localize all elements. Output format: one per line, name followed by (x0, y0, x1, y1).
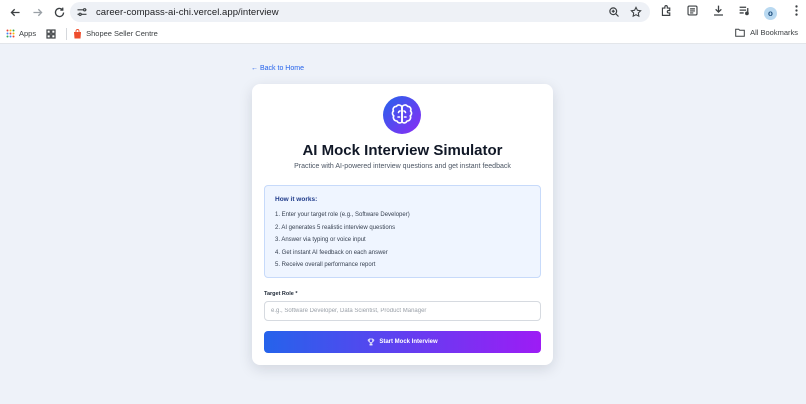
zoom-icon[interactable] (608, 5, 620, 23)
address-bar[interactable]: career-compass-ai-chi.vercel.app/intervi… (70, 2, 650, 22)
list-item: 2. AI generates 5 realistic interview qu… (275, 224, 396, 231)
url-text[interactable]: career-compass-ai-chi.vercel.app/intervi… (96, 7, 279, 18)
bookmark-apps-label: Apps (19, 29, 37, 38)
shopee-bag-icon (74, 28, 82, 38)
trophy-icon (368, 338, 375, 346)
bookmarks-bar: Apps Shopee Seller Centre All Bookmarks (0, 24, 806, 44)
page-title: AI Mock Interview Simulator (302, 142, 503, 159)
left-arrow-icon: ← (251, 65, 258, 72)
how-it-works-title: How it works: (275, 196, 318, 203)
folder-icon (735, 28, 745, 37)
apps-grid-icon (6, 29, 15, 38)
bookmark-shopee[interactable]: Shopee Seller Centre (73, 28, 158, 39)
site-settings-icon[interactable] (76, 6, 88, 18)
list-item: 5. Receive overall performance report (275, 262, 376, 269)
target-role-input[interactable] (264, 301, 541, 321)
page-subtitle: Practice with AI-powered interview quest… (294, 163, 511, 170)
how-it-works-box: How it works: 1. Enter your target role … (264, 185, 541, 278)
back-arrow-icon[interactable] (4, 1, 26, 23)
interview-card: AI Mock Interview Simulator Practice wit… (252, 84, 553, 365)
how-it-works-list: 1. Enter your target role (e.g., Softwar… (275, 209, 530, 272)
brain-icon (391, 104, 413, 124)
bookmark-apps[interactable]: Apps (6, 29, 36, 38)
browser-toolbar: career-compass-ai-chi.vercel.app/intervi… (0, 0, 806, 24)
bookmark-shopee-label: Shopee Seller Centre (86, 29, 158, 38)
back-to-home-link[interactable]: ← Back to Home (251, 65, 304, 72)
tab-groups-icon[interactable] (46, 28, 56, 39)
list-item: 4. Get instant AI feedback on each answe… (275, 249, 388, 256)
brain-logo (383, 96, 421, 134)
start-mock-interview-button[interactable]: Start Mock Interview (264, 331, 541, 353)
extensions-icon[interactable] (660, 4, 673, 22)
all-bookmarks-label: All Bookmarks (750, 28, 798, 37)
more-menu-icon[interactable] (790, 4, 803, 22)
forward-arrow-icon[interactable] (26, 1, 48, 23)
back-to-home-label: Back to Home (260, 65, 304, 72)
reload-icon[interactable] (48, 1, 70, 23)
bookmark-star-icon[interactable] (630, 5, 642, 23)
target-role-label: Target Role * (264, 291, 298, 297)
profile-avatar[interactable]: o (764, 6, 777, 20)
bookmarks-divider (66, 27, 68, 40)
reading-list-icon[interactable] (686, 4, 699, 22)
media-controls-icon[interactable] (738, 4, 751, 22)
list-item: 3. Answer via typing or voice input (275, 237, 366, 244)
list-item: 1. Enter your target role (e.g., Softwar… (275, 212, 410, 218)
start-mock-interview-label: Start Mock Interview (379, 339, 438, 345)
all-bookmarks[interactable]: All Bookmarks (735, 28, 798, 37)
download-icon[interactable] (712, 4, 725, 22)
